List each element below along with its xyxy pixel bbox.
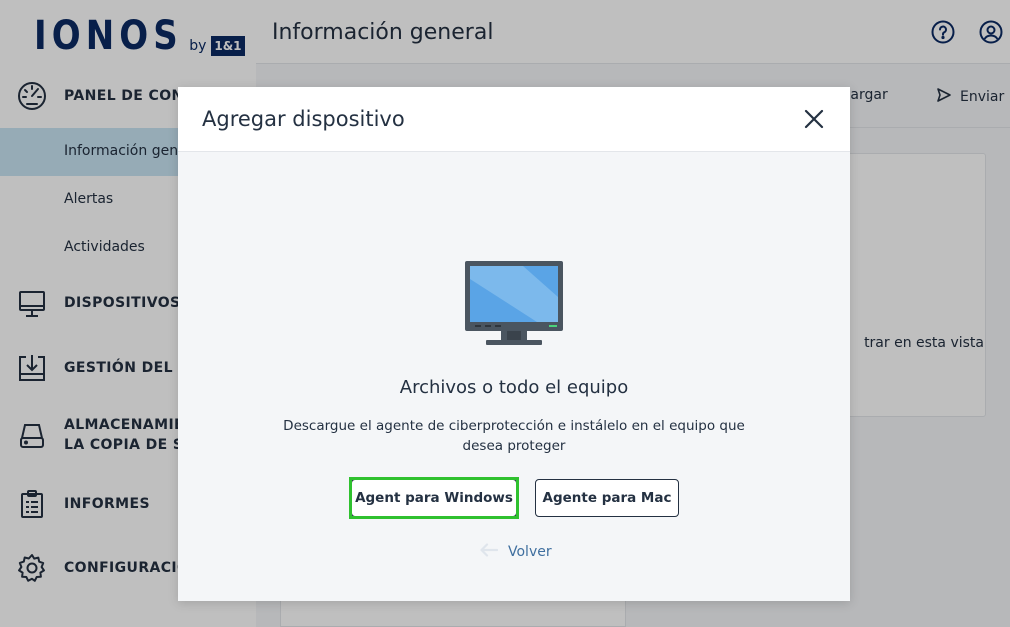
- dialog-description: Descargue el agente de ciberprotección e…: [283, 418, 745, 454]
- dialog-heading: Archivos o todo el equipo: [399, 377, 629, 398]
- back-label: Volver: [508, 544, 552, 560]
- close-icon[interactable]: [802, 107, 826, 131]
- dialog-title: Agregar dispositivo: [202, 107, 405, 131]
- agent-mac-button[interactable]: Agente para Mac: [535, 479, 679, 517]
- arrow-left-icon: [480, 543, 499, 561]
- highlight-box: [349, 477, 519, 519]
- back-link[interactable]: Volver: [480, 543, 552, 561]
- computer-monitor-icon: [465, 261, 563, 347]
- add-device-dialog: Agregar dispositivo Archivos o todo el e…: [178, 87, 850, 601]
- dialog-header: Agregar dispositivo: [178, 87, 850, 152]
